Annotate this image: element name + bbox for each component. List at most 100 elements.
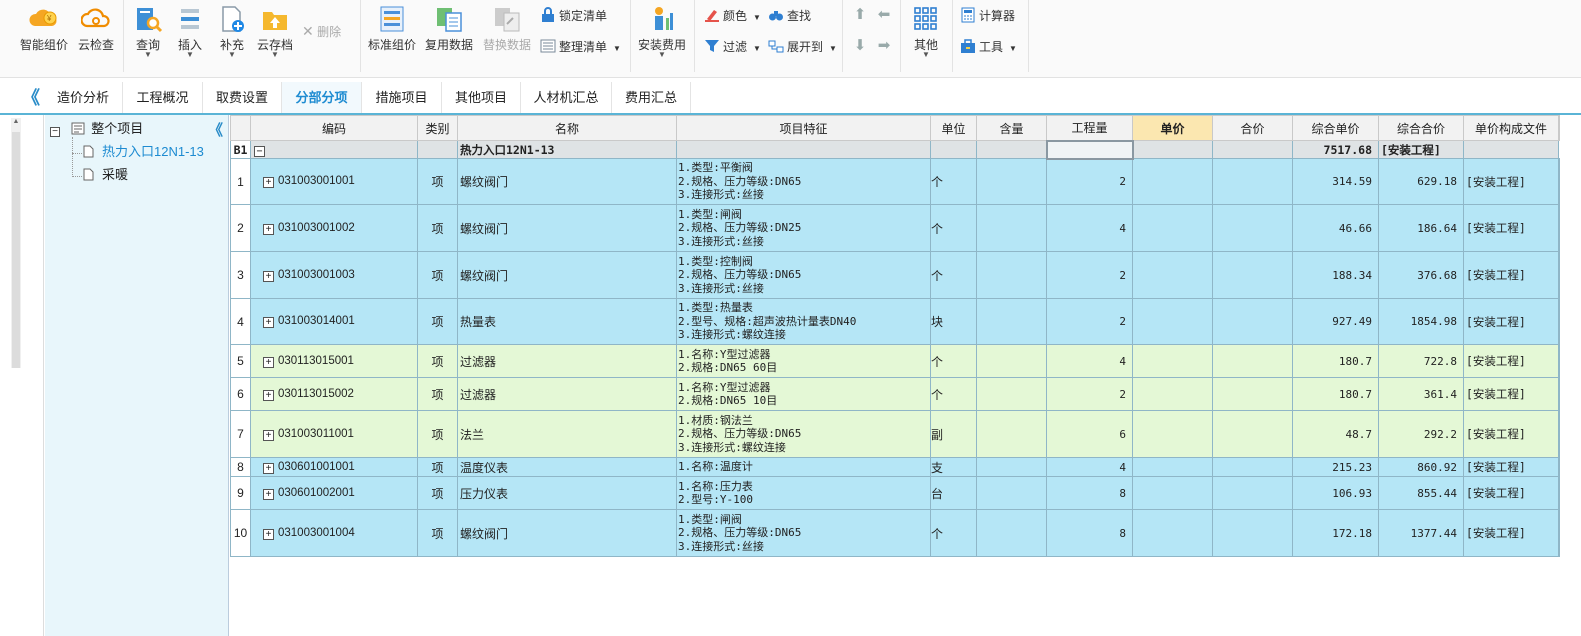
content-cell[interactable] [976, 410, 1047, 458]
unit-price-cell[interactable] [1132, 344, 1213, 378]
find-button[interactable]: 查找 [768, 5, 811, 27]
supplement-button[interactable]: 补充 ▼ [214, 0, 250, 72]
table-row[interactable]: 9 +030601002001 项压力仪表 1.名称:压力表 2.型号:Y-100 台 8 1… [230, 476, 1560, 510]
content-cell[interactable] [976, 298, 1047, 345]
tools-button[interactable]: 工具 ▼ [960, 36, 1017, 58]
color-button[interactable]: 颜色 ▼ [704, 5, 761, 27]
features-cell[interactable]: 1.类型:平衡阀 2.规格、压力等级:DN65 3.连接形式:丝接 [676, 158, 931, 205]
features-cell[interactable]: 1.类型:热量表 2.型号、规格:超声波热计量表DN40 3.连接形式:螺纹连接 [676, 298, 931, 345]
quantity-cell[interactable]: 6 [1046, 410, 1133, 458]
tab-7[interactable]: 人材机汇总 [521, 82, 612, 113]
cloud-check-button[interactable]: 云检查 [74, 0, 118, 72]
name-cell[interactable]: 螺纹阀门 [457, 509, 677, 557]
expand-to-button[interactable]: 展开到 ▼ [768, 36, 837, 58]
name-cell[interactable]: 螺纹阀门 [457, 204, 677, 252]
column-header[interactable]: 项目特征 [676, 115, 931, 141]
column-header[interactable]: 单价构成文件 [1463, 115, 1559, 141]
move-down-icon[interactable]: ⬇ [852, 38, 868, 54]
tab-3[interactable]: 取费设置 [203, 82, 282, 113]
lock-list-button[interactable]: 锁定清单 [540, 5, 607, 27]
tab-2[interactable]: 工程概况 [123, 82, 203, 113]
content-cell[interactable] [976, 476, 1047, 510]
content-cell[interactable] [976, 158, 1047, 205]
content-cell[interactable] [976, 344, 1047, 378]
install-cost-button[interactable]: 安装费用 ▼ [636, 0, 688, 72]
quantity-cell[interactable]: 2 [1046, 251, 1133, 299]
file-cell[interactable]: [安装工程] [1463, 476, 1559, 510]
features-cell[interactable]: 1.名称:Y型过滤器 2.规格:DN65 10目 [676, 377, 931, 411]
quantity-cell[interactable]: 8 [1046, 476, 1133, 510]
column-header[interactable]: 综合单价 [1292, 115, 1379, 141]
features-cell[interactable]: 1.类型:闸阀 2.规格、压力等级:DN25 3.连接形式:丝接 [676, 204, 931, 252]
group-row[interactable]: B1− 热力入口12N1-13 7517.68 [安装工程] [230, 139, 1560, 160]
code-cell[interactable]: +030601002001 [250, 476, 418, 510]
code-cell[interactable]: +031003001003 [250, 251, 418, 299]
vertical-scrollbar[interactable]: ▲ [11, 118, 21, 368]
quantity-cell[interactable]: 8 [1046, 509, 1133, 557]
name-cell[interactable]: 过滤器 [457, 377, 677, 411]
content-cell[interactable] [976, 457, 1047, 477]
double-chevron-left-icon[interactable]: 《 [22, 84, 40, 110]
unit-price-cell[interactable] [1132, 158, 1213, 205]
code-cell[interactable]: +031003001004 [250, 509, 418, 557]
other-button[interactable]: 其他 ▼ [906, 0, 946, 72]
expand-icon[interactable]: + [263, 270, 274, 282]
tree-item-heat-entry[interactable]: 热力入口12N1-13 [83, 142, 204, 162]
table-row[interactable]: 4 +031003014001 项热量表 1.类型:热量表 2.型号、规格:超声波热计量… [230, 298, 1560, 345]
column-header[interactable]: 工程量 [1046, 115, 1133, 141]
file-cell[interactable]: [安装工程] [1463, 158, 1559, 205]
features-cell[interactable]: 1.名称:温度计 [676, 457, 931, 477]
file-cell[interactable]: [安装工程] [1463, 457, 1559, 477]
code-cell[interactable]: +031003011001 [250, 410, 418, 458]
unit-price-cell[interactable] [1132, 377, 1213, 411]
tab-6[interactable]: 其他项目 [442, 82, 521, 113]
table-row[interactable]: 5 +030113015001 项过滤器 1.名称:Y型过滤器 2.规格:DN65 60… [230, 344, 1560, 378]
expand-icon[interactable]: + [263, 177, 274, 188]
name-cell[interactable]: 螺纹阀门 [457, 251, 677, 299]
file-cell[interactable]: [安装工程] [1463, 204, 1559, 252]
calculator-button[interactable]: 计算器 [960, 5, 1015, 27]
unit-price-cell[interactable] [1132, 251, 1213, 299]
expand-icon[interactable]: + [263, 488, 274, 500]
features-cell[interactable]: 1.名称:压力表 2.型号:Y-100 [676, 476, 931, 510]
tree-item-heating[interactable]: 采暖 [83, 165, 128, 185]
quantity-cell[interactable]: 4 [1046, 344, 1133, 378]
move-right-icon[interactable]: ➡ [876, 38, 892, 54]
filter-button[interactable]: 过滤 ▼ [704, 36, 761, 58]
group-code-cell[interactable]: − [250, 140, 418, 159]
name-cell[interactable]: 螺纹阀门 [457, 158, 677, 205]
quantity-cell[interactable]: 2 [1046, 158, 1133, 205]
cloud-save-button[interactable]: 云存档 ▼ [255, 0, 295, 72]
file-cell[interactable]: [安装工程] [1463, 344, 1559, 378]
file-cell[interactable]: [安装工程] [1463, 298, 1559, 345]
standard-pricing-button[interactable]: 标准组价 [366, 0, 418, 72]
table-row[interactable]: 1 +031003001001 项螺纹阀门 1.类型:平衡阀 2.规格、压力等级:DN6… [230, 158, 1560, 205]
content-cell[interactable] [976, 204, 1047, 252]
column-header[interactable]: 含量 [976, 115, 1047, 141]
double-chevron-left-icon[interactable]: 《 [208, 119, 223, 140]
table-row[interactable]: 6 +030113015002 项过滤器 1.名称:Y型过滤器 2.规格:DN65 10… [230, 377, 1560, 411]
tree-root[interactable]: − 整个项目 [50, 119, 143, 139]
table-row[interactable]: 3 +031003001003 项螺纹阀门 1.类型:控制阀 2.规格、压力等级:DN6… [230, 251, 1560, 299]
expand-icon[interactable]: + [263, 389, 274, 401]
tab-1[interactable]: 造价分析 [44, 82, 123, 113]
delete-button[interactable]: ✕ 删除 [302, 20, 341, 42]
unit-price-cell[interactable] [1132, 204, 1213, 252]
quantity-cell[interactable]: 2 [1046, 298, 1133, 345]
quantity-cell[interactable]: 4 [1046, 457, 1133, 477]
table-row[interactable]: 2 +031003001002 项螺纹阀门 1.类型:闸阀 2.规格、压力等级:DN25… [230, 204, 1560, 252]
collapse-icon[interactable]: − [254, 146, 265, 157]
expand-icon[interactable]: + [263, 462, 274, 474]
move-up-icon[interactable]: ⬆ [852, 7, 868, 23]
content-cell[interactable] [976, 377, 1047, 411]
unit-price-cell[interactable] [1045, 139, 1134, 160]
unit-price-cell[interactable] [1132, 509, 1213, 557]
column-header[interactable]: 编码 [250, 115, 418, 141]
expand-icon[interactable]: + [263, 356, 274, 368]
table-row[interactable]: 7 +031003011001 项法兰 1.材质:钢法兰 2.规格、压力等级:DN65 3… [230, 410, 1560, 458]
table-row[interactable]: 8 +030601001001 项温度仪表 1.名称:温度计支 4 215.23 860.9… [230, 457, 1560, 477]
features-cell[interactable]: 1.材质:钢法兰 2.规格、压力等级:DN65 3.连接形式:螺纹连接 [676, 410, 931, 458]
quantity-cell[interactable]: 2 [1046, 377, 1133, 411]
query-button[interactable]: 查询 ▼ [130, 0, 166, 72]
code-cell[interactable]: +030113015002 [250, 377, 418, 411]
